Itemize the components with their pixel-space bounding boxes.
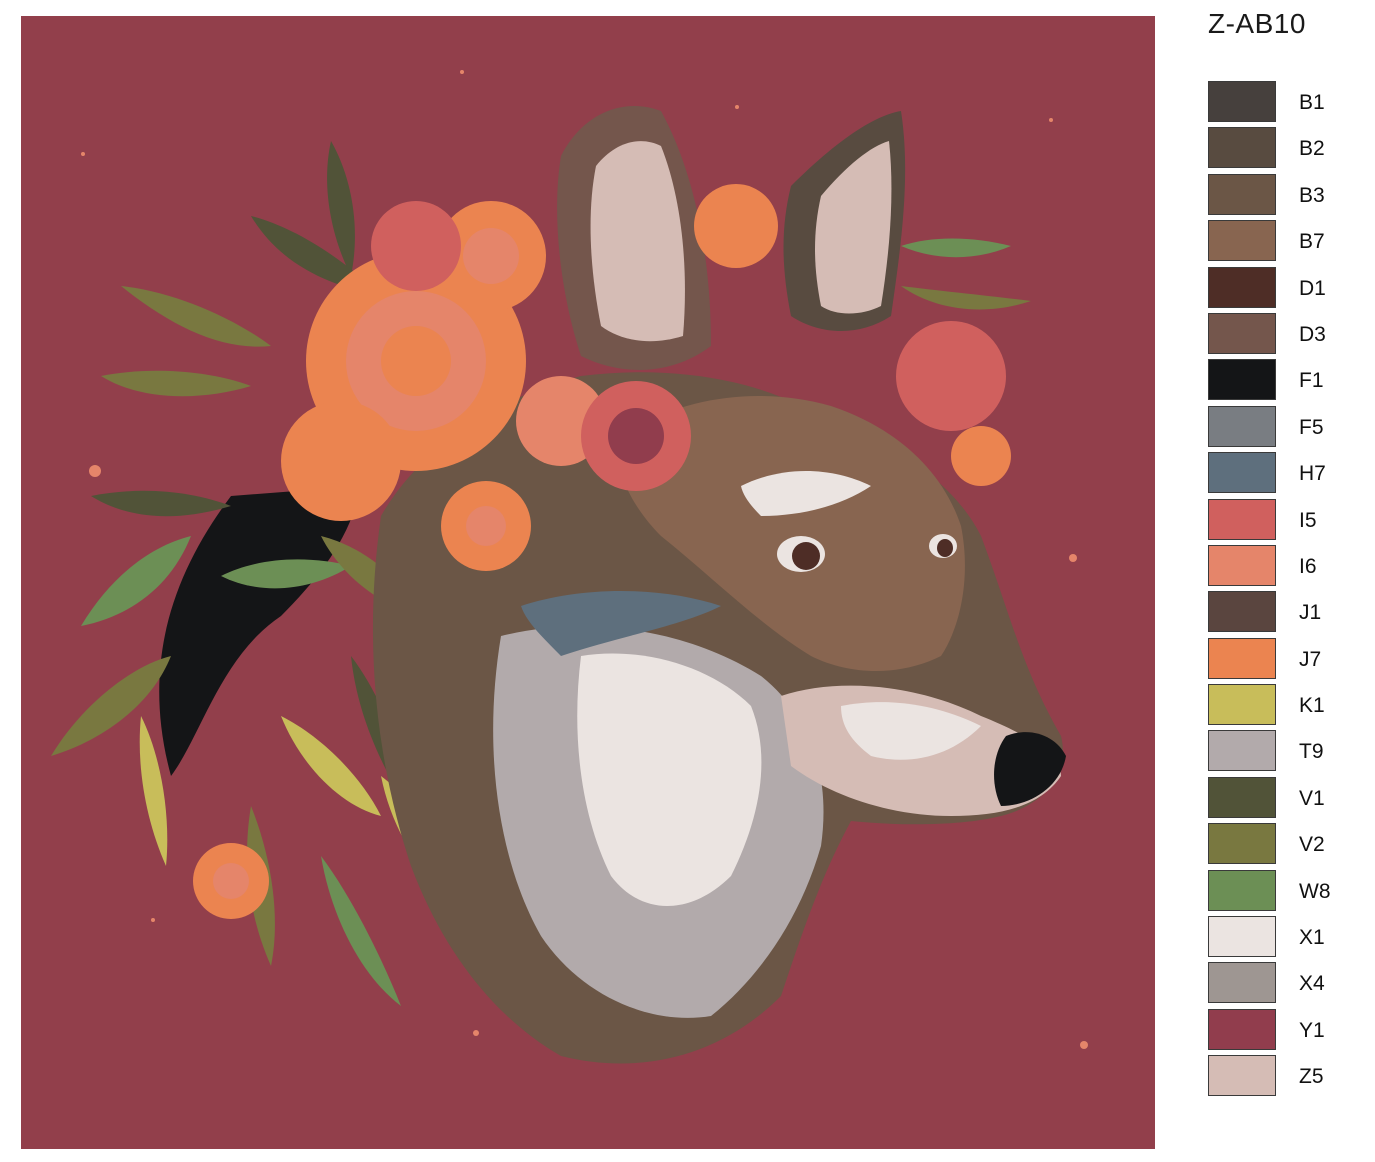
color-swatch bbox=[1208, 1055, 1276, 1097]
color-swatch bbox=[1208, 498, 1276, 540]
color-code-label: W8 bbox=[1299, 879, 1331, 903]
color-code-label: Z5 bbox=[1299, 1065, 1324, 1089]
wolf-with-flower-crown-illustration bbox=[51, 70, 1088, 1064]
color-swatch bbox=[1208, 81, 1276, 122]
color-swatch bbox=[1208, 776, 1276, 818]
color-code-label: F5 bbox=[1299, 415, 1324, 439]
color-swatch bbox=[1208, 544, 1276, 586]
color-swatch bbox=[1208, 869, 1276, 911]
color-swatch bbox=[1208, 405, 1276, 447]
color-swatch bbox=[1208, 591, 1276, 633]
color-code-label: I5 bbox=[1299, 508, 1317, 532]
color-code-label: H7 bbox=[1299, 462, 1326, 486]
color-swatch bbox=[1208, 1008, 1276, 1050]
color-swatch bbox=[1208, 684, 1276, 726]
kit-code: Z-AB10 bbox=[1208, 8, 1306, 39]
color-code-label: J7 bbox=[1299, 647, 1322, 671]
color-code-label: D3 bbox=[1299, 322, 1326, 346]
color-swatch bbox=[1208, 127, 1276, 169]
color-code-label: Y1 bbox=[1299, 1018, 1325, 1042]
color-swatch bbox=[1208, 452, 1276, 494]
artwork-canvas bbox=[21, 16, 1155, 1149]
color-swatch bbox=[1208, 823, 1276, 865]
color-code-label: K1 bbox=[1299, 694, 1325, 718]
color-code-label: D1 bbox=[1299, 276, 1326, 300]
color-code-label: X4 bbox=[1299, 972, 1325, 996]
color-code-label: B1 bbox=[1299, 91, 1325, 114]
color-swatch bbox=[1208, 962, 1276, 1004]
color-swatch bbox=[1208, 220, 1276, 262]
color-swatch bbox=[1208, 916, 1276, 958]
color-code-label: V1 bbox=[1299, 786, 1325, 810]
color-code-label: T9 bbox=[1299, 740, 1324, 764]
color-code-label: B2 bbox=[1299, 137, 1325, 161]
color-code-label: B3 bbox=[1299, 183, 1325, 207]
color-code-label: F1 bbox=[1299, 369, 1324, 393]
color-code-label: V2 bbox=[1299, 833, 1325, 857]
color-code-label: X1 bbox=[1299, 926, 1325, 950]
color-code-label: I6 bbox=[1299, 554, 1317, 578]
color-swatch bbox=[1208, 312, 1276, 354]
color-code-label: J1 bbox=[1299, 601, 1322, 625]
color-swatch bbox=[1208, 637, 1276, 679]
color-swatch bbox=[1208, 730, 1276, 772]
color-code-label: B7 bbox=[1299, 230, 1325, 254]
color-swatch bbox=[1208, 266, 1276, 308]
color-swatch bbox=[1208, 173, 1276, 215]
color-swatch bbox=[1208, 359, 1276, 401]
